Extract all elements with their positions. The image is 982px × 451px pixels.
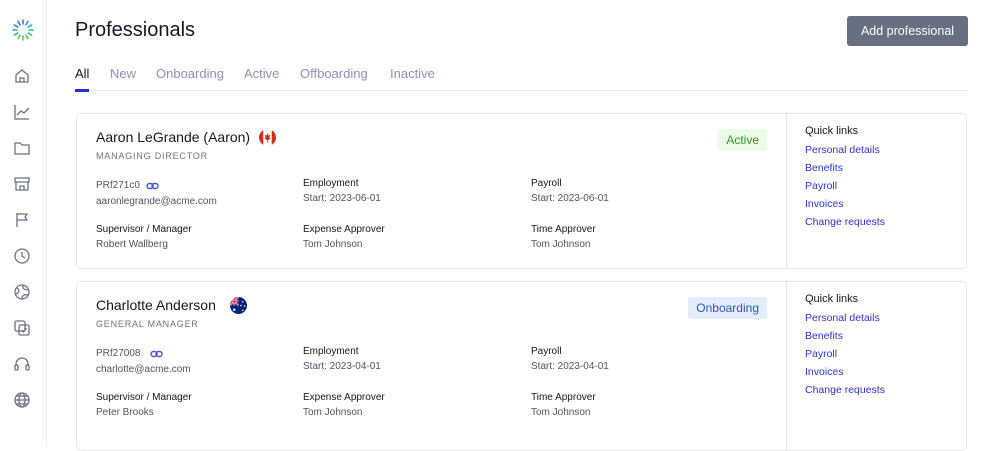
- professional-card[interactable]: Aaron LeGrande (Aaron) MANAGING DIRECTOR…: [76, 113, 967, 269]
- quick-link-payroll[interactable]: Payroll: [805, 180, 885, 198]
- headset-icon[interactable]: [13, 355, 31, 373]
- clock-icon[interactable]: [13, 247, 31, 265]
- chart-icon[interactable]: [13, 103, 31, 121]
- quick-link-invoices[interactable]: Invoices: [805, 366, 885, 384]
- status-badge: Onboarding: [688, 297, 767, 319]
- expense-approver-value: Tom Johnson: [303, 407, 363, 418]
- link-icon[interactable]: [150, 349, 163, 359]
- time-approver-value: Tom Johnson: [531, 407, 591, 418]
- payroll-start: Start: 2023-04-01: [531, 361, 609, 372]
- globe-icon[interactable]: [13, 391, 31, 409]
- tab-new[interactable]: New: [110, 66, 136, 91]
- quick-link-personal-details[interactable]: Personal details: [805, 312, 885, 330]
- professional-email: charlotte@acme.com: [96, 364, 191, 375]
- documents-icon[interactable]: [13, 319, 31, 337]
- link-icon[interactable]: [146, 181, 159, 191]
- quick-links: Quick links Personal details Benefits Pa…: [805, 125, 885, 234]
- supervisor-value: Robert Wallberg: [96, 239, 168, 250]
- globe-chart-icon[interactable]: [13, 283, 31, 301]
- payroll-label: Payroll: [531, 178, 562, 189]
- employment-label: Employment: [303, 178, 359, 189]
- expense-approver-value: Tom Johnson: [303, 239, 363, 250]
- quick-link-change-requests[interactable]: Change requests: [805, 384, 885, 402]
- tab-bar: All New Onboarding Active Offboarding In…: [75, 66, 968, 92]
- professional-details: Aaron LeGrande (Aaron) MANAGING DIRECTOR…: [77, 114, 787, 268]
- expense-approver-label: Expense Approver: [303, 392, 385, 403]
- quick-links: Quick links Personal details Benefits Pa…: [805, 293, 885, 402]
- professional-role: GENERAL MANAGER: [96, 319, 199, 329]
- quick-link-payroll[interactable]: Payroll: [805, 348, 885, 366]
- status-badge: Active: [718, 129, 767, 151]
- payroll-label: Payroll: [531, 346, 562, 357]
- quick-link-personal-details[interactable]: Personal details: [805, 144, 885, 162]
- professional-details: Charlotte Anderson GENERAL MANAGER Onboa…: [77, 282, 787, 450]
- canada-flag-icon: [259, 129, 276, 146]
- flag-icon[interactable]: [13, 211, 31, 229]
- professional-email: aaronlegrande@acme.com: [96, 196, 217, 207]
- employment-start: Start: 2023-04-01: [303, 361, 381, 372]
- professional-id: PRf271c0: [96, 180, 140, 191]
- time-approver-value: Tom Johnson: [531, 239, 591, 250]
- store-icon[interactable]: [13, 175, 31, 193]
- tab-all[interactable]: All: [75, 66, 90, 92]
- main-content: Professionals Add professional All New O…: [75, 0, 968, 451]
- quick-link-change-requests[interactable]: Change requests: [805, 216, 885, 234]
- tab-onboarding[interactable]: Onboarding: [156, 66, 224, 91]
- professional-name[interactable]: Charlotte Anderson: [96, 297, 216, 313]
- tab-offboarding[interactable]: Offboarding: [300, 66, 368, 91]
- quick-link-benefits[interactable]: Benefits: [805, 162, 885, 180]
- tab-active[interactable]: Active: [244, 66, 279, 91]
- time-approver-label: Time Approver: [531, 392, 596, 403]
- supervisor-label: Supervisor / Manager: [96, 392, 192, 403]
- supervisor-label: Supervisor / Manager: [96, 224, 192, 235]
- folder-icon[interactable]: [13, 139, 31, 157]
- time-approver-label: Time Approver: [531, 224, 596, 235]
- expense-approver-label: Expense Approver: [303, 224, 385, 235]
- employment-label: Employment: [303, 346, 359, 357]
- quick-link-benefits[interactable]: Benefits: [805, 330, 885, 348]
- add-professional-button[interactable]: Add professional: [847, 16, 968, 46]
- professional-card[interactable]: Charlotte Anderson GENERAL MANAGER Onboa…: [76, 281, 967, 451]
- quick-links-title: Quick links: [805, 125, 859, 137]
- professional-name[interactable]: Aaron LeGrande (Aaron): [96, 129, 250, 145]
- supervisor-value: Peter Brooks: [96, 407, 154, 418]
- quick-link-invoices[interactable]: Invoices: [805, 198, 885, 216]
- employment-start: Start: 2023-06-01: [303, 193, 381, 204]
- page-title: Professionals: [75, 19, 196, 41]
- quick-links-title: Quick links: [805, 293, 859, 305]
- sidebar: [0, 0, 47, 446]
- home-icon[interactable]: [13, 67, 31, 85]
- professional-role: MANAGING DIRECTOR: [96, 151, 208, 161]
- professional-id: PRf27008: [96, 348, 141, 359]
- australia-flag-icon: [230, 297, 247, 314]
- logo-icon[interactable]: [11, 18, 35, 42]
- tab-inactive[interactable]: Inactive: [390, 66, 435, 91]
- payroll-start: Start: 2023-06-01: [531, 193, 609, 204]
